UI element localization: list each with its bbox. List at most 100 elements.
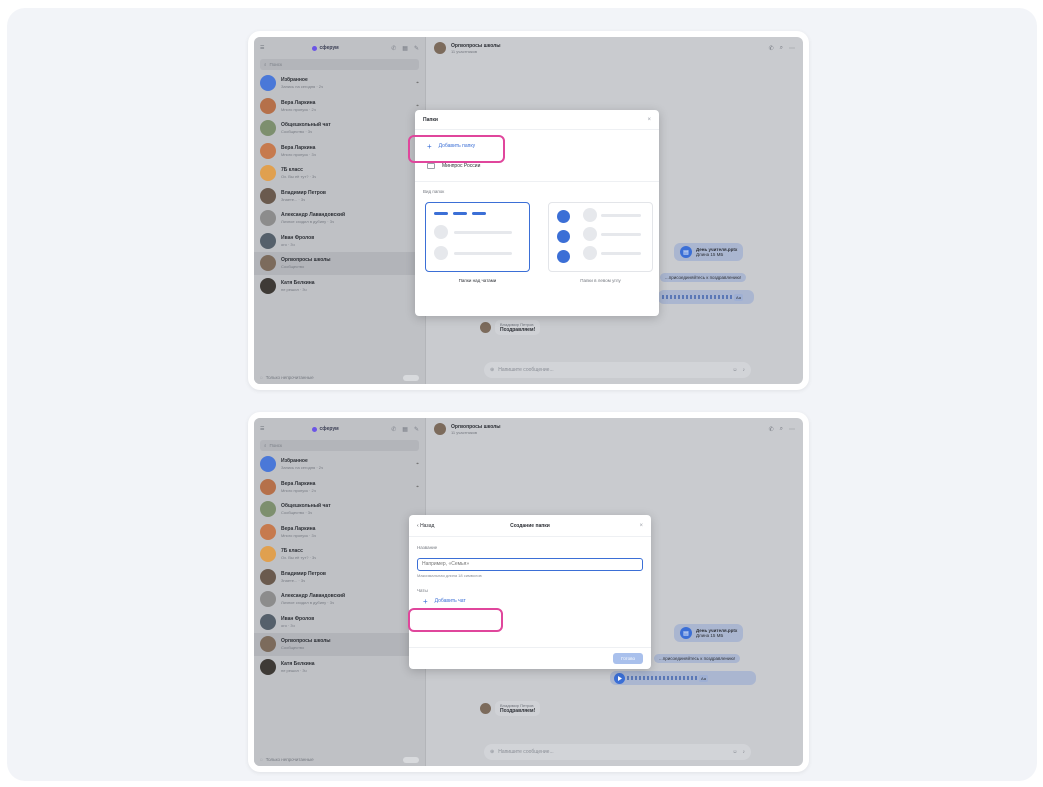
more-icon[interactable]: ⋯ [789, 45, 795, 52]
back-label: Назад [420, 522, 435, 529]
phone-icon[interactable]: ✆ [769, 45, 774, 52]
highlight-add-chat [408, 608, 503, 632]
chat-name: Общешкольный чат [281, 122, 331, 129]
close-icon[interactable]: × [647, 117, 651, 123]
name-label: Название [417, 545, 438, 550]
message-text: Поздравляем! [500, 327, 536, 333]
modal-title: Создание папки [510, 522, 550, 529]
chat-list-item[interactable]: Иван Фролов ого · 3ч [254, 230, 425, 253]
avatar [260, 187, 276, 204]
chat-list-item[interactable]: Оргвопросы школы Сообщество [254, 633, 425, 656]
waveform-icon [662, 295, 732, 299]
emoji-icon[interactable]: ☺ [732, 367, 737, 373]
chat-name: Избранное [281, 77, 308, 84]
chat-list-item[interactable]: Общешкольный чат Сообщество · 3ч [254, 117, 425, 140]
avatar [434, 42, 446, 54]
chat-name: Избранное [281, 458, 308, 465]
chat-list-item[interactable]: 7Б класс Ох. Вы её тут? · 3ч [254, 162, 425, 185]
back-button[interactable]: ‹ Назад [417, 523, 434, 529]
sidebar: ☰ сферум ✆ ▦ ✎ ⌕ Поиск Избранное Запись на… [254, 37, 426, 384]
modal-header: Папки × [415, 110, 659, 130]
search-input[interactable]: ⌕ Поиск [260, 59, 419, 70]
search-icon[interactable]: ⌕ [780, 426, 783, 433]
message-bubble: ...присоединяйтесь к поздравлению! [654, 654, 741, 663]
unread-toggle[interactable] [403, 374, 419, 381]
message-composer[interactable]: ⊕ Напишите сообщение... ☺ ♪ [484, 362, 751, 378]
call-icon[interactable]: ✆ [391, 426, 396, 433]
chat-name: Иван Фролов [281, 234, 315, 241]
attach-icon[interactable]: ⊕ [490, 367, 494, 373]
menu-icon[interactable]: ☰ [260, 426, 264, 432]
voice-message[interactable]: Аа [610, 671, 756, 685]
compose-icon[interactable]: ✎ [414, 45, 419, 52]
chat-list-item[interactable]: Александр Лавандовский Личное сходил в ду… [254, 207, 425, 230]
chat-preview: Много пропуск · 3ч [281, 151, 316, 157]
header-icons: ✆ ⌕ ⋯ [769, 426, 795, 433]
chat-list-item[interactable]: Избранное Запись на сегодня · 2ч ⌖ [254, 72, 425, 95]
chat-list-item[interactable]: Владимир Петров Знаете... · 3ч [254, 566, 425, 589]
view-option-side[interactable]: Папки в левом углу [548, 202, 653, 283]
add-chat-button[interactable]: + Добавить чат [409, 593, 651, 610]
search-input[interactable]: ⌕ Поиск [260, 440, 419, 451]
voice-message[interactable]: Аа [658, 290, 754, 304]
chat-list-item[interactable]: Вера Ларкина Много пропуск · 2ч ⌖ [254, 95, 425, 118]
avatar [260, 142, 276, 159]
pin-icon: ⌖ [416, 461, 419, 468]
chat-list-item[interactable]: Вера Ларкина Много пропуск · 2ч ⌖ [254, 476, 425, 499]
mic-icon[interactable]: ♪ [743, 367, 746, 373]
chat-header: Оргвопросы школы 11 участников ✆ ⌕ ⋯ [426, 37, 803, 59]
calendar-icon[interactable]: ▦ [402, 426, 408, 433]
chat-name: Общешкольный чат [281, 503, 331, 510]
unread-toggle[interactable] [403, 756, 419, 763]
file-message[interactable]: ▤ День учителя.pptx Длина 15 МБ [674, 243, 744, 261]
chat-preview: Сообщество · 3ч [281, 129, 313, 135]
phone-icon[interactable]: ✆ [769, 426, 774, 433]
chat-name: Вера Ларкина [281, 525, 316, 532]
close-icon[interactable]: × [639, 523, 643, 529]
mic-icon[interactable]: ♪ [743, 749, 746, 755]
calendar-icon[interactable]: ▦ [402, 45, 408, 52]
call-icon[interactable]: ✆ [391, 45, 396, 52]
chat-text: Катя Белкина не решил · 3ч [281, 280, 315, 292]
chat-list-item[interactable]: Иван Фролов ого · 3ч [254, 611, 425, 634]
view-option-over-chats[interactable]: Папки над чатами [425, 202, 530, 283]
composer-icons: ☺ ♪ [732, 367, 745, 373]
chat-header-title: Оргвопросы школы 11 участников [451, 424, 501, 435]
view-preview-side [548, 202, 653, 272]
avatar [434, 423, 446, 435]
file-meta: Длина 15 МБ [696, 633, 724, 638]
chat-list-item[interactable]: Катя Белкина не решил · 3ч [254, 656, 425, 679]
transcribe-button[interactable]: Аа [699, 674, 708, 682]
transcribe-button[interactable]: Аа [734, 293, 743, 301]
chat-list-item[interactable]: Избранное Запись на сегодня · 2ч ⌖ [254, 453, 425, 476]
search-icon: ⌕ [264, 62, 267, 67]
folder-name-input[interactable] [417, 557, 643, 571]
menu-icon[interactable]: ☰ [260, 45, 264, 51]
chat-name: Оргвопросы школы [281, 257, 331, 264]
avatar [260, 546, 276, 563]
chat-list-item[interactable]: Вера Ларкина Много пропуск · 3ч [254, 521, 425, 544]
play-icon[interactable] [614, 672, 625, 684]
message-composer[interactable]: ⊕ Напишите сообщение... ☺ ♪ [484, 744, 751, 760]
chat-list-item[interactable]: Вера Ларкина Много пропуск · 3ч [254, 140, 425, 163]
avatar [260, 210, 276, 227]
modal-footer: Готово [409, 647, 651, 669]
avatar [260, 75, 276, 92]
more-icon[interactable]: ⋯ [789, 426, 795, 433]
chat-list-item[interactable]: Оргвопросы школы Сообщество [254, 252, 425, 275]
chat-list-item[interactable]: Катя Белкина не решил · 3ч [254, 275, 425, 298]
chat-list-item[interactable]: Владимир Петров Знаете... · 3ч [254, 185, 425, 208]
file-message[interactable]: ▤ День учителя.pptx Длина 15 МБ [674, 624, 744, 642]
avatar [260, 523, 276, 540]
brand-name: сферум [319, 426, 339, 432]
chat-list-item[interactable]: Общешкольный чат Сообщество · 3ч [254, 498, 425, 521]
avatar [260, 636, 276, 653]
search-icon[interactable]: ⌕ [780, 45, 783, 52]
chat-list-item[interactable]: 7Б класс Ох. Вы её тут? · 3ч [254, 543, 425, 566]
attach-icon[interactable]: ⊕ [490, 749, 494, 755]
chat-list-item[interactable]: Александр Лавандовский Личное сходил в ду… [254, 588, 425, 611]
pin-icon: ⌖ [416, 80, 419, 87]
compose-icon[interactable]: ✎ [414, 426, 419, 433]
emoji-icon[interactable]: ☺ [732, 749, 737, 755]
done-button[interactable]: Готово [613, 653, 643, 664]
